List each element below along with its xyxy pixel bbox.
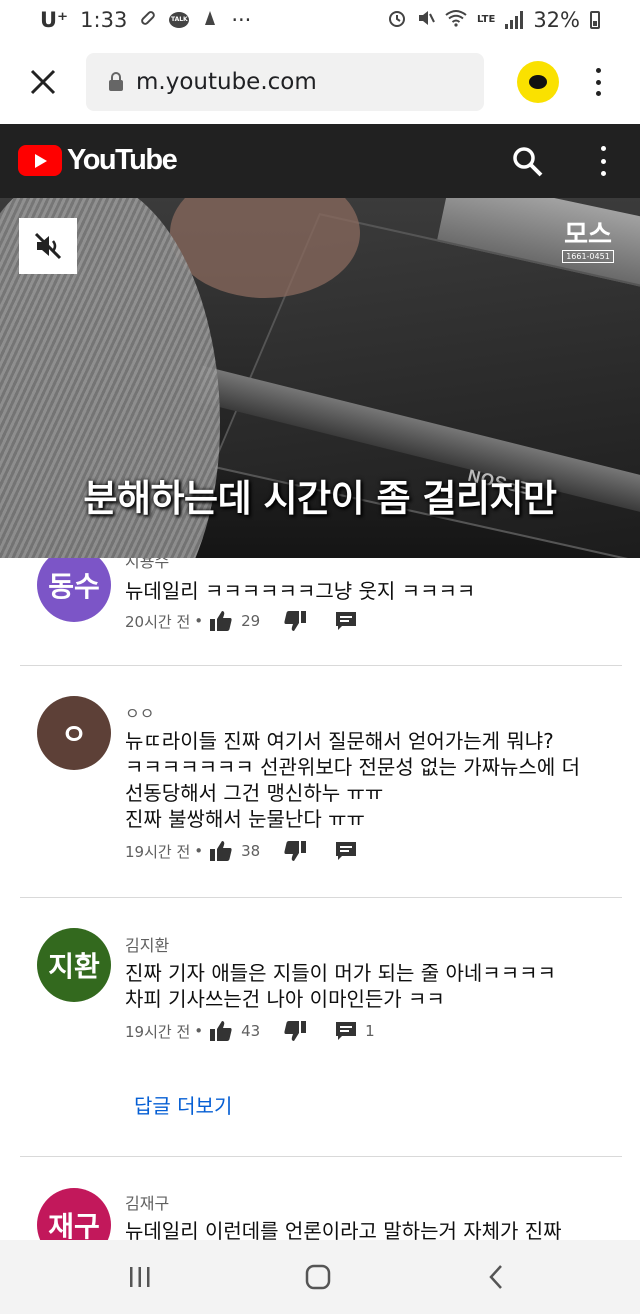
like-button[interactable]: [209, 1020, 233, 1042]
like-button[interactable]: [209, 840, 233, 862]
comment-text: 뉴ㄸ라이들 진짜 여기서 질문해서 얻어가는게 뭐냐? ㅋㅋㅋㅋㅋㅋㅋ 선관위보…: [125, 729, 580, 831]
reply-icon: [336, 612, 357, 630]
like-count: 38: [241, 842, 261, 860]
alarm-icon: [387, 8, 407, 33]
search-button[interactable]: [510, 144, 546, 180]
youtube-logo-icon: [18, 145, 62, 176]
comment-author[interactable]: 지용수: [125, 558, 169, 572]
comment-author[interactable]: 김재구: [125, 1190, 169, 1214]
comment-text: 진짜 기자 애들은 지들이 머가 되는 줄 아네ㅋㅋㅋㅋ 차피 기사쓰는건 나아…: [125, 961, 556, 1011]
youtube-menu-button[interactable]: [592, 142, 614, 180]
divider: [20, 1156, 622, 1157]
wifi-icon: [445, 9, 467, 32]
back-icon: [489, 1265, 502, 1289]
back-button[interactable]: [478, 1260, 514, 1294]
comment-actions: 19시간 전 • 43 1: [125, 1020, 375, 1042]
view-more-replies-link[interactable]: 답글 더보기: [134, 1090, 232, 1119]
url-text: m.youtube.com: [136, 69, 317, 95]
meta-separator: •: [194, 1022, 204, 1040]
like-count: 43: [241, 1022, 261, 1040]
thumb-down-icon: [284, 841, 307, 861]
reply-icon: [336, 1022, 357, 1040]
lock-icon: [109, 72, 123, 91]
battery-percent: 32%: [533, 8, 580, 32]
address-bar[interactable]: m.youtube.com: [86, 53, 484, 111]
kakaotalk-notification-icon: TALK: [169, 12, 190, 28]
comment-time: 19시간 전: [125, 842, 191, 861]
browser-toolbar: m.youtube.com: [0, 40, 640, 124]
avatar[interactable]: 동수: [37, 558, 111, 622]
status-bar: U⁺ 1:33 TALK ··· LTE 32%: [0, 0, 640, 40]
video-subtitle: 분해하는데 시간이 좀 걸리지만: [83, 477, 557, 520]
thumb-up-icon: [210, 841, 232, 861]
divider: [20, 897, 622, 898]
comment-actions: 19시간 전 • 38: [125, 840, 357, 862]
thumb-up-icon: [210, 1021, 232, 1041]
battery-icon: [590, 11, 600, 29]
channel-watermark: 모스 1661-0451: [562, 222, 614, 268]
comment-time: 20시간 전: [125, 612, 191, 631]
comments-list[interactable]: 동수 지용수 뉴데일리 ㅋㅋㅋㅋㅋㅋ그냥 웃지 ㅋㅋㅋㅋ 20시간 전 • 29…: [0, 558, 640, 1240]
recents-button[interactable]: [122, 1260, 158, 1294]
comment-author[interactable]: ㅇㅇ: [125, 700, 154, 724]
close-icon: [30, 69, 56, 95]
reply-button[interactable]: [335, 841, 357, 861]
comment-actions: 20시간 전 • 29: [125, 610, 357, 632]
search-icon: [513, 147, 543, 177]
kakao-share-button[interactable]: [517, 61, 559, 103]
avatar[interactable]: 재구: [37, 1188, 111, 1240]
pill-icon: [139, 9, 157, 32]
youtube-logo[interactable]: YouTube: [18, 144, 178, 177]
youtube-header: YouTube: [0, 124, 640, 198]
recents-icon: [130, 1267, 150, 1287]
carrier-label: U⁺: [40, 8, 69, 32]
avatar[interactable]: ㅇ: [37, 696, 111, 770]
reply-button[interactable]: [335, 1021, 357, 1041]
more-notifications-indicator: ···: [231, 8, 252, 32]
comment-author[interactable]: 김지환: [125, 932, 169, 956]
comment-text: 뉴데일리 이런데를 언론이라고 말하는거 자체가 진짜: [125, 1219, 562, 1240]
video-player[interactable]: EPSON 모스 1661-0451 분해하는데 시간이 좀 걸리지만: [0, 198, 640, 558]
dislike-button[interactable]: [283, 610, 307, 632]
like-count: 29: [241, 612, 261, 630]
like-button[interactable]: [209, 610, 233, 632]
comment-time: 19시간 전: [125, 1022, 191, 1041]
meta-separator: •: [194, 612, 204, 630]
kakao-icon: [529, 75, 547, 89]
reply-button[interactable]: [335, 611, 357, 631]
home-icon: [305, 1264, 331, 1290]
browser-menu-button[interactable]: [586, 62, 610, 102]
close-tab-button[interactable]: [0, 40, 86, 124]
mute-icon: [34, 232, 62, 260]
signal-icon: [505, 11, 524, 29]
thumb-down-icon: [284, 611, 307, 631]
reply-icon: [336, 842, 357, 860]
thumb-up-icon: [210, 611, 232, 631]
youtube-logo-text: YouTube: [67, 144, 178, 176]
network-type: LTE: [476, 14, 496, 25]
system-navigation-bar: [0, 1240, 640, 1314]
meta-separator: •: [194, 842, 204, 860]
thumb-down-icon: [284, 1021, 307, 1041]
divider: [20, 665, 622, 666]
reply-count: 1: [365, 1022, 375, 1040]
comment-text: 뉴데일리 ㅋㅋㅋㅋㅋㅋ그냥 웃지 ㅋㅋㅋㅋ: [125, 579, 476, 603]
clock: 1:33: [80, 8, 128, 32]
mute-status-icon: [417, 9, 435, 32]
dislike-button[interactable]: [283, 840, 307, 862]
avatar[interactable]: 지환: [37, 928, 111, 1002]
dislike-button[interactable]: [283, 1020, 307, 1042]
unmute-button[interactable]: [19, 218, 77, 274]
home-button[interactable]: [300, 1260, 336, 1294]
app-notification-icon: [201, 9, 219, 32]
